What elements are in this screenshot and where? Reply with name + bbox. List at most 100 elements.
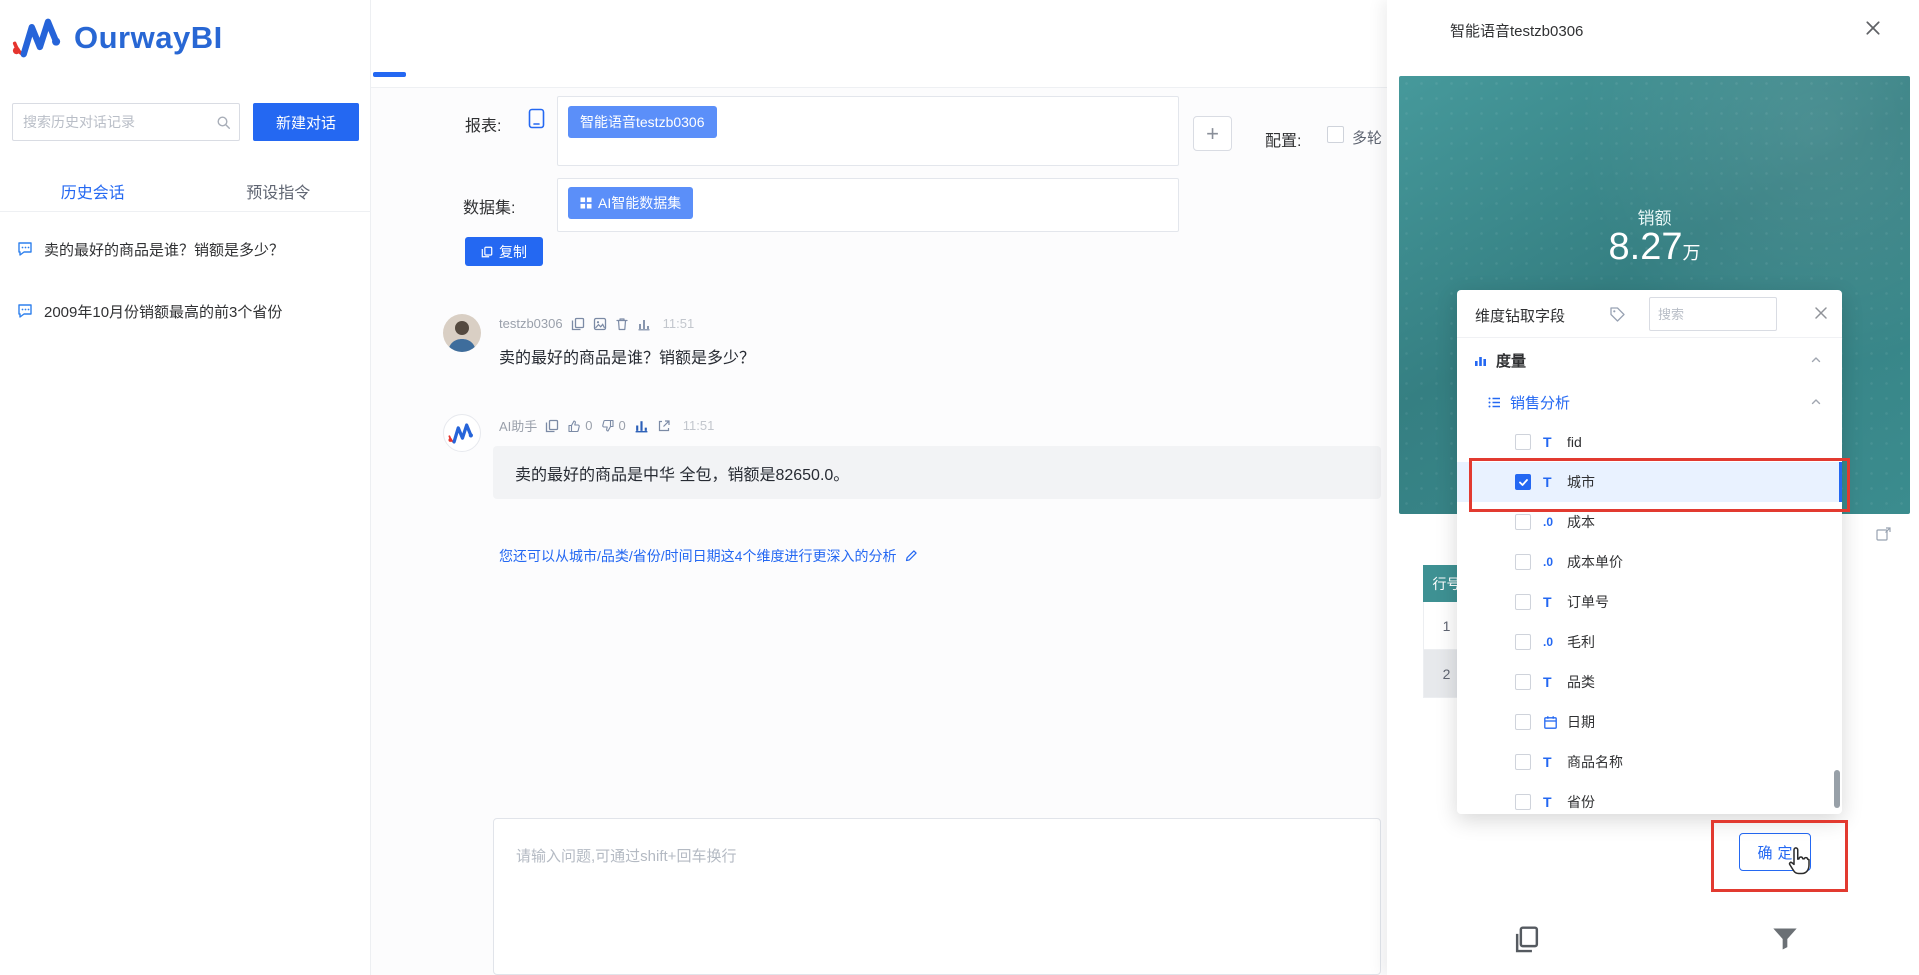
dataset-tag[interactable]: AI智能数据集 [568,187,694,219]
group-label: 度量 [1496,352,1527,370]
chart-icon[interactable] [637,317,651,331]
thumbs-up-icon[interactable] [567,419,581,433]
field-name: 成本单价 [1567,554,1623,570]
kpi-value: 8.27万 [1399,226,1910,269]
close-icon[interactable] [1814,306,1828,320]
drilldown-header: 维度钻取字段 [1457,290,1842,338]
export-icon[interactable] [657,419,671,433]
field-row-date[interactable]: 日期 [1457,702,1842,742]
tag-icon[interactable] [1609,306,1625,322]
ai-message-bubble: 卖的最好的商品是中华 全包，销额是82650.0。 [493,446,1381,499]
checkbox[interactable] [1515,594,1531,610]
text-type-icon: T [1543,594,1552,610]
field-name: fid [1567,434,1582,450]
field-row-category[interactable]: T 品类 [1457,662,1842,702]
suggestion-text: 您还可以从城市/品类/省份/时间日期这4个维度进行更深入的分析 [499,548,897,564]
checkbox[interactable] [1515,674,1531,690]
field-name: 毛利 [1567,634,1595,650]
text-type-icon: T [1543,674,1552,690]
new-chat-button[interactable]: 新建对话 [253,103,359,141]
drilldown-field-panel: 维度钻取字段 度量 销售分析 [1457,290,1842,814]
field-name: 订单号 [1567,594,1609,610]
history-item-text: 2009年10月份销额最高的前3个省份 [44,303,283,321]
question-input[interactable] [493,818,1381,975]
confirm-button[interactable]: 确定 [1739,833,1811,871]
chevron-up-icon[interactable] [1810,354,1822,366]
tab-history[interactable]: 历史会话 [0,170,186,211]
field-row-fid[interactable]: T fid [1457,422,1842,462]
chat-main: 报表: 智能语音testzb0306 + 配置: 多轮 数据集: AI智能数据集… [371,0,1387,975]
history-list: 卖的最好的商品是谁？销额是多少？ 2009年10月份销额最高的前3个省份 [0,218,371,342]
copy-message-icon[interactable] [571,317,585,331]
sidebar: OurwayBI 新建对话 历史会话 预设指令 卖的最好的商品是谁？销额是多少？… [0,0,371,975]
config-label: 配置: [1265,133,1302,150]
thumbs-down-icon[interactable] [601,419,615,433]
drilldown-suggestion-link[interactable]: 您还可以从城市/品类/省份/时间日期这4个维度进行更深入的分析 [499,546,918,566]
history-item[interactable]: 2009年10月份销额最高的前3个省份 [0,280,371,342]
field-row-product-name[interactable]: T 商品名称 [1457,742,1842,782]
chart-icon[interactable] [634,418,649,433]
dislike-count: 0 [618,418,626,433]
text-type-icon: T [1543,434,1552,450]
add-report-button[interactable]: + [1193,116,1232,151]
close-icon[interactable] [1865,20,1881,36]
ai-avatar [443,414,481,452]
list-icon [1487,395,1502,410]
checkbox[interactable] [1515,634,1531,650]
checkbox[interactable] [1515,714,1531,730]
search-icon[interactable] [216,115,231,130]
checkbox[interactable] [1515,554,1531,570]
field-name: 城市 [1567,474,1595,490]
expand-icon[interactable] [1876,526,1894,542]
edit-pencil-icon[interactable] [904,549,918,563]
field-row-cost-unit-price[interactable]: .0 成本单价 [1457,542,1842,582]
field-row-cost[interactable]: .0 成本 [1457,502,1842,542]
ai-message-time: 11:51 [682,418,715,433]
scrollbar-thumb[interactable] [1834,770,1840,808]
chat-bubble-icon [16,240,34,258]
checkbox-checked[interactable] [1515,474,1531,490]
copy-config-button[interactable]: 复制 [465,237,543,266]
report-label: 报表: [465,118,502,135]
field-row-order-id[interactable]: T 订单号 [1457,582,1842,622]
report-field[interactable]: 智能语音testzb0306 [557,96,1179,166]
report-tag[interactable]: 智能语音testzb0306 [568,106,717,138]
field-row-province[interactable]: T 省份 [1457,782,1842,814]
filter-funnel-icon[interactable] [1771,926,1799,952]
checkbox[interactable] [1515,794,1531,810]
grid-icon [580,197,592,209]
checkbox[interactable] [1515,434,1531,450]
group-measures[interactable]: 度量 [1457,340,1842,380]
delete-message-icon[interactable] [615,317,629,331]
save-image-icon[interactable] [593,317,607,331]
field-name: 省份 [1567,794,1595,810]
dataset-field[interactable]: AI智能数据集 [557,178,1179,232]
copy-icon [481,246,493,258]
report-preview-panel: 智能语音testzb0306 销额 8.27万 行号 1 2 维度钻取字段 搜索… [1387,0,1919,975]
checkbox[interactable] [1515,514,1531,530]
chevron-up-icon[interactable] [1810,396,1822,408]
field-name: 商品名称 [1567,754,1623,770]
user-name: testzb0306 [499,316,563,331]
copy-widget-icon[interactable] [1512,924,1542,956]
history-item-text: 卖的最好的商品是谁？销额是多少？ [44,241,285,259]
field-row-gross-profit[interactable]: .0 毛利 [1457,622,1842,662]
copy-message-icon[interactable] [545,419,559,433]
app-logo: OurwayBI [12,14,223,62]
logo-mark-icon [12,14,66,62]
ai-name: AI助手 [499,419,538,434]
field-row-city[interactable]: T 城市 [1457,462,1842,502]
number-type-icon: .0 [1543,555,1554,569]
tab-preset[interactable]: 预设指令 [186,170,372,211]
field-search-input[interactable] [1649,297,1777,331]
group-sales-analysis[interactable]: 销售分析 [1457,382,1842,422]
multi-turn-checkbox[interactable] [1327,126,1344,143]
history-item[interactable]: 卖的最好的商品是谁？销额是多少？ [0,218,371,280]
ai-message-text: 卖的最好的商品是中华 全包，销额是82650.0。 [515,466,850,484]
field-name: 日期 [1567,714,1595,730]
sidebar-tabs: 历史会话 预设指令 [0,170,371,212]
history-search-input[interactable] [12,103,240,141]
ai-message-header: AI助手 0 0 11:51 [499,416,714,435]
checkbox[interactable] [1515,754,1531,770]
logo-text: OurwayBI [74,20,223,55]
